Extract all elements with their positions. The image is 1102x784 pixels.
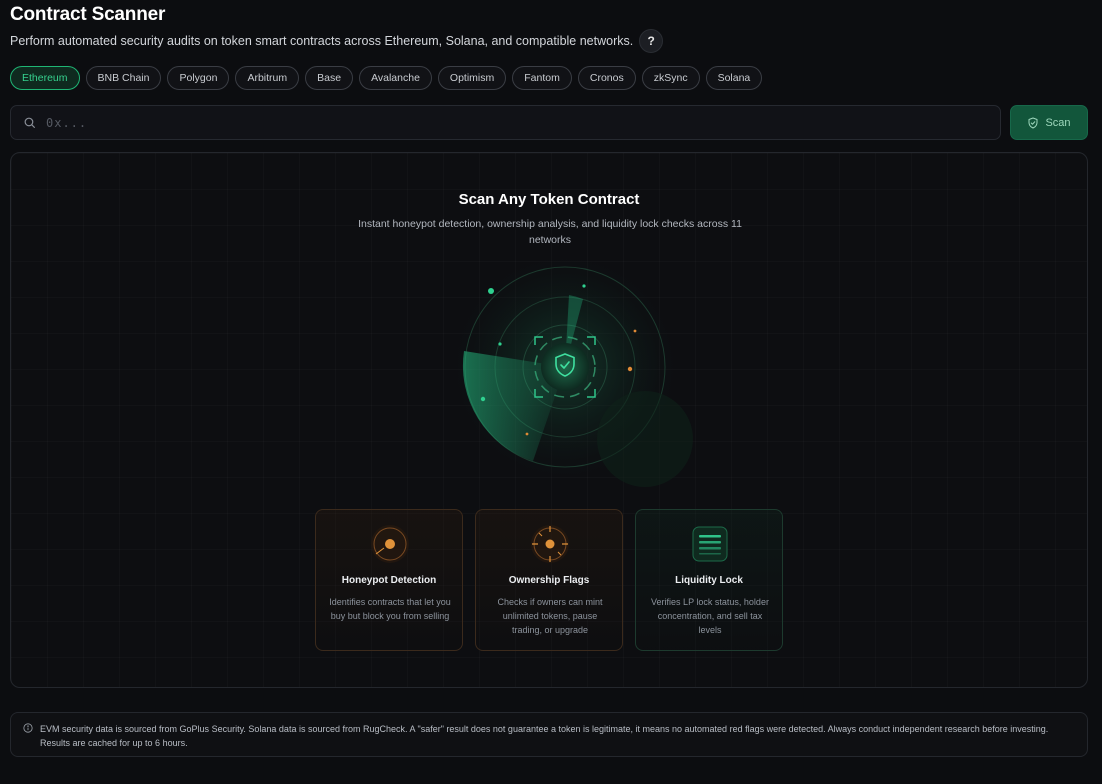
feature-description: Identifies contracts that let you buy bu… [329,597,451,621]
page-title: Contract Scanner [10,4,166,25]
info-icon [23,723,33,733]
ownership-crosshair-icon [531,525,569,563]
network-selector: Ethereum BNB Chain Polygon Arbitrum Base… [10,66,763,90]
hero-title: Scan Any Token Contract [458,191,640,208]
help-button[interactable]: ? [639,29,664,53]
network-chip-polygon[interactable]: Polygon [167,66,230,90]
liquidity-lock-icon [692,526,728,562]
network-chip-avalanche[interactable]: Avalanche [359,66,432,90]
network-chip-bnb-chain[interactable]: BNB Chain [85,66,162,90]
feature-card-honeypot: Honeypot Detection Identifies contracts … [315,509,463,651]
network-chip-cronos[interactable]: Cronos [577,66,636,90]
contract-address-input[interactable] [46,115,1000,130]
network-chip-fantom[interactable]: Fantom [512,66,572,90]
network-chip-base[interactable]: Base [305,66,354,90]
subtitle-row: Perform automated security audits on tok… [10,29,664,53]
feature-title: Ownership Flags [508,575,590,586]
contract-scanner-page: Contract Scanner Perform automated secur… [10,0,1088,784]
feature-description: Verifies LP lock status, holder concentr… [651,597,769,635]
empty-state-panel: Scan Any Token Contract Instant honeypot… [10,152,1088,688]
hero-subtitle: Instant honeypot detection, ownership an… [358,218,742,246]
feature-description: Checks if owners can mint unlimited toke… [497,597,603,635]
search-icon [24,117,35,128]
disclaimer-footer: EVM security data is sourced from GoPlus… [10,712,1088,757]
network-chip-zksync[interactable]: zkSync [641,66,700,90]
scan-button[interactable]: Scan [1010,105,1088,140]
honeypot-target-icon [371,525,409,563]
search-bar [10,105,1001,140]
page-subtitle: Perform automated security audits on tok… [10,34,634,48]
network-chip-arbitrum[interactable]: Arbitrum [235,66,300,90]
feature-title: Liquidity Lock [675,575,743,586]
feature-card-liquidity: Liquidity Lock Verifies LP lock status, … [635,509,783,651]
network-chip-solana[interactable]: Solana [705,66,763,90]
feature-title: Honeypot Detection [341,575,437,586]
feature-card-ownership: Ownership Flags Checks if owners can min… [475,509,623,651]
network-chip-ethereum[interactable]: Ethereum [10,66,80,90]
scan-button-label: Scan [1045,116,1071,129]
radar-illustration [445,259,693,487]
network-chip-optimism[interactable]: Optimism [437,66,507,90]
disclaimer-text: EVM security data is sourced from GoPlus… [40,724,1049,748]
shield-icon [1028,117,1038,128]
